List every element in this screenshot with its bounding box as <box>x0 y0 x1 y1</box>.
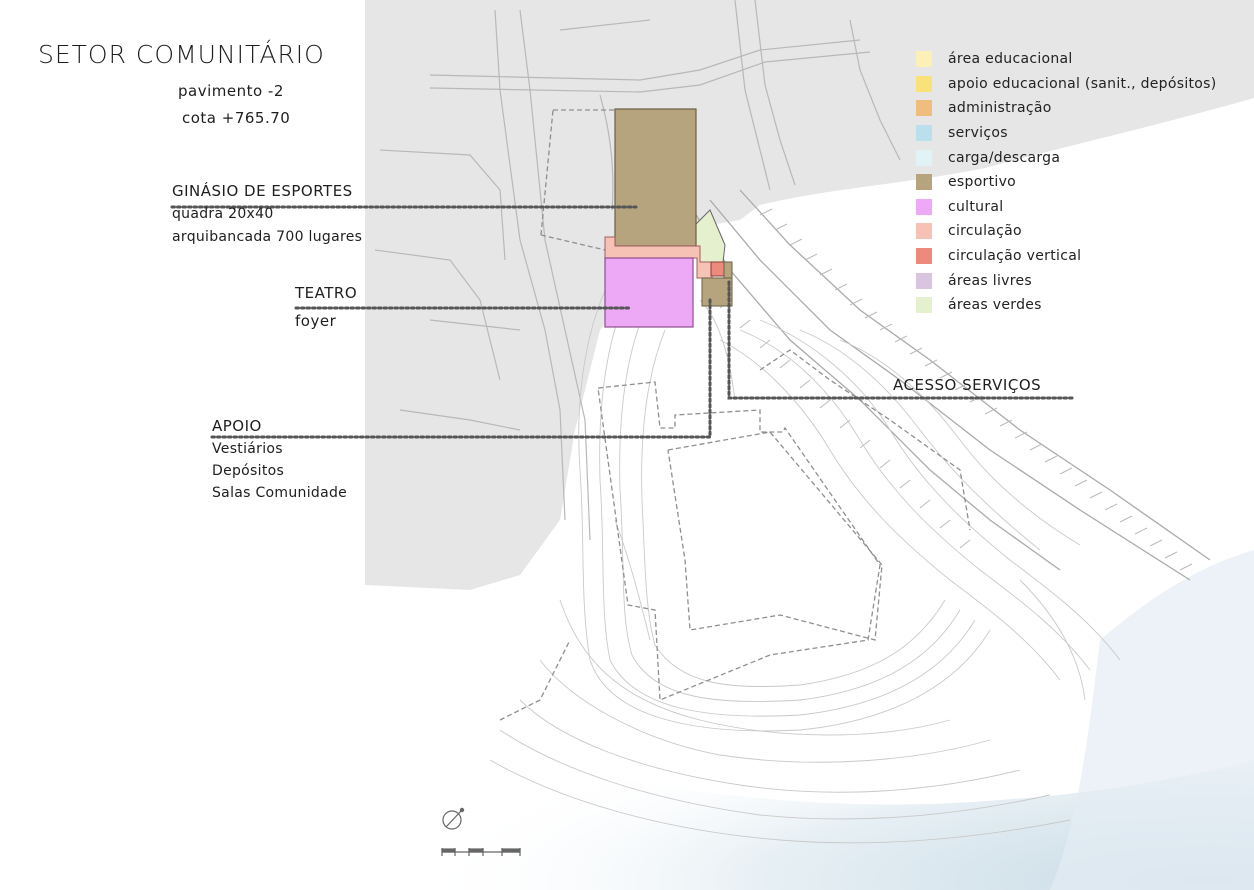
legend-item: circulação vertical <box>916 244 1217 269</box>
callout-apoio-title: APOIO <box>212 417 262 435</box>
callout-ginasio-line1: quadra 20x40 <box>172 206 274 222</box>
legend-item: administração <box>916 96 1217 121</box>
legend-item: áreas livres <box>916 268 1217 293</box>
legend-item: cultural <box>916 195 1217 220</box>
legend-swatch <box>916 248 932 265</box>
legend-label: serviços <box>948 125 1008 142</box>
legend-label: área educacional <box>948 51 1073 68</box>
legend-swatch <box>916 297 932 314</box>
legend-label: administração <box>948 100 1052 117</box>
sea-right <box>1050 550 1254 890</box>
legend-swatch <box>916 223 932 240</box>
callout-apoio-line2: Depósitos <box>212 463 285 479</box>
page-title: SETOR COMUNITÁRIO <box>38 40 325 69</box>
gym-block <box>614 108 697 247</box>
legend-item: área educacional <box>916 47 1217 72</box>
legend-item: circulação <box>916 219 1217 244</box>
callout-teatro-title: TEATRO <box>295 284 358 302</box>
legend-label: carga/descarga <box>948 149 1061 166</box>
legend-item: carga/descarga <box>916 145 1217 170</box>
elevation-label: cota +765.70 <box>182 109 291 127</box>
callout-ginasio-line2: arquibancada 700 lugares <box>172 229 363 245</box>
legend-label: cultural <box>948 198 1004 215</box>
contour-lines <box>489 279 1121 844</box>
legend-swatch <box>916 149 932 166</box>
theater-block <box>604 257 694 328</box>
legend-swatch <box>916 51 932 68</box>
legend-item: apoio educacional (sanit., depósitos) <box>916 72 1217 97</box>
floor-label: pavimento -2 <box>178 82 284 100</box>
support-block-strip <box>723 261 733 279</box>
legend-swatch <box>916 75 932 92</box>
legend-label: áreas livres <box>948 272 1032 289</box>
legend-swatch <box>916 198 932 215</box>
vertical-circulation-block <box>710 261 725 277</box>
callout-apoio-line3: Salas Comunidade <box>212 485 348 501</box>
callout-ginasio-title: GINÁSIO DE ESPORTES <box>172 182 353 200</box>
legend-swatch <box>916 272 932 289</box>
legend-swatch <box>916 100 932 117</box>
legend-item: esportivo <box>916 170 1217 195</box>
legend-swatch <box>916 125 932 142</box>
legend-label: circulação <box>948 223 1022 240</box>
legend-swatch <box>916 174 932 191</box>
callout-acesso-title: ACESSO SERVIÇOS <box>893 376 1042 394</box>
legend-label: circulação vertical <box>948 248 1082 265</box>
legend-item: áreas verdes <box>916 293 1217 318</box>
legend-label: áreas verdes <box>948 297 1042 314</box>
legend-label: esportivo <box>948 174 1017 191</box>
callout-apoio-line1: Vestiários <box>212 441 283 457</box>
legend-item: serviços <box>916 121 1217 146</box>
legend-label: apoio educacional (sanit., depósitos) <box>948 75 1217 92</box>
callout-teatro-line1: foyer <box>295 312 337 330</box>
legend: área educacional apoio educacional (sani… <box>916 47 1217 318</box>
